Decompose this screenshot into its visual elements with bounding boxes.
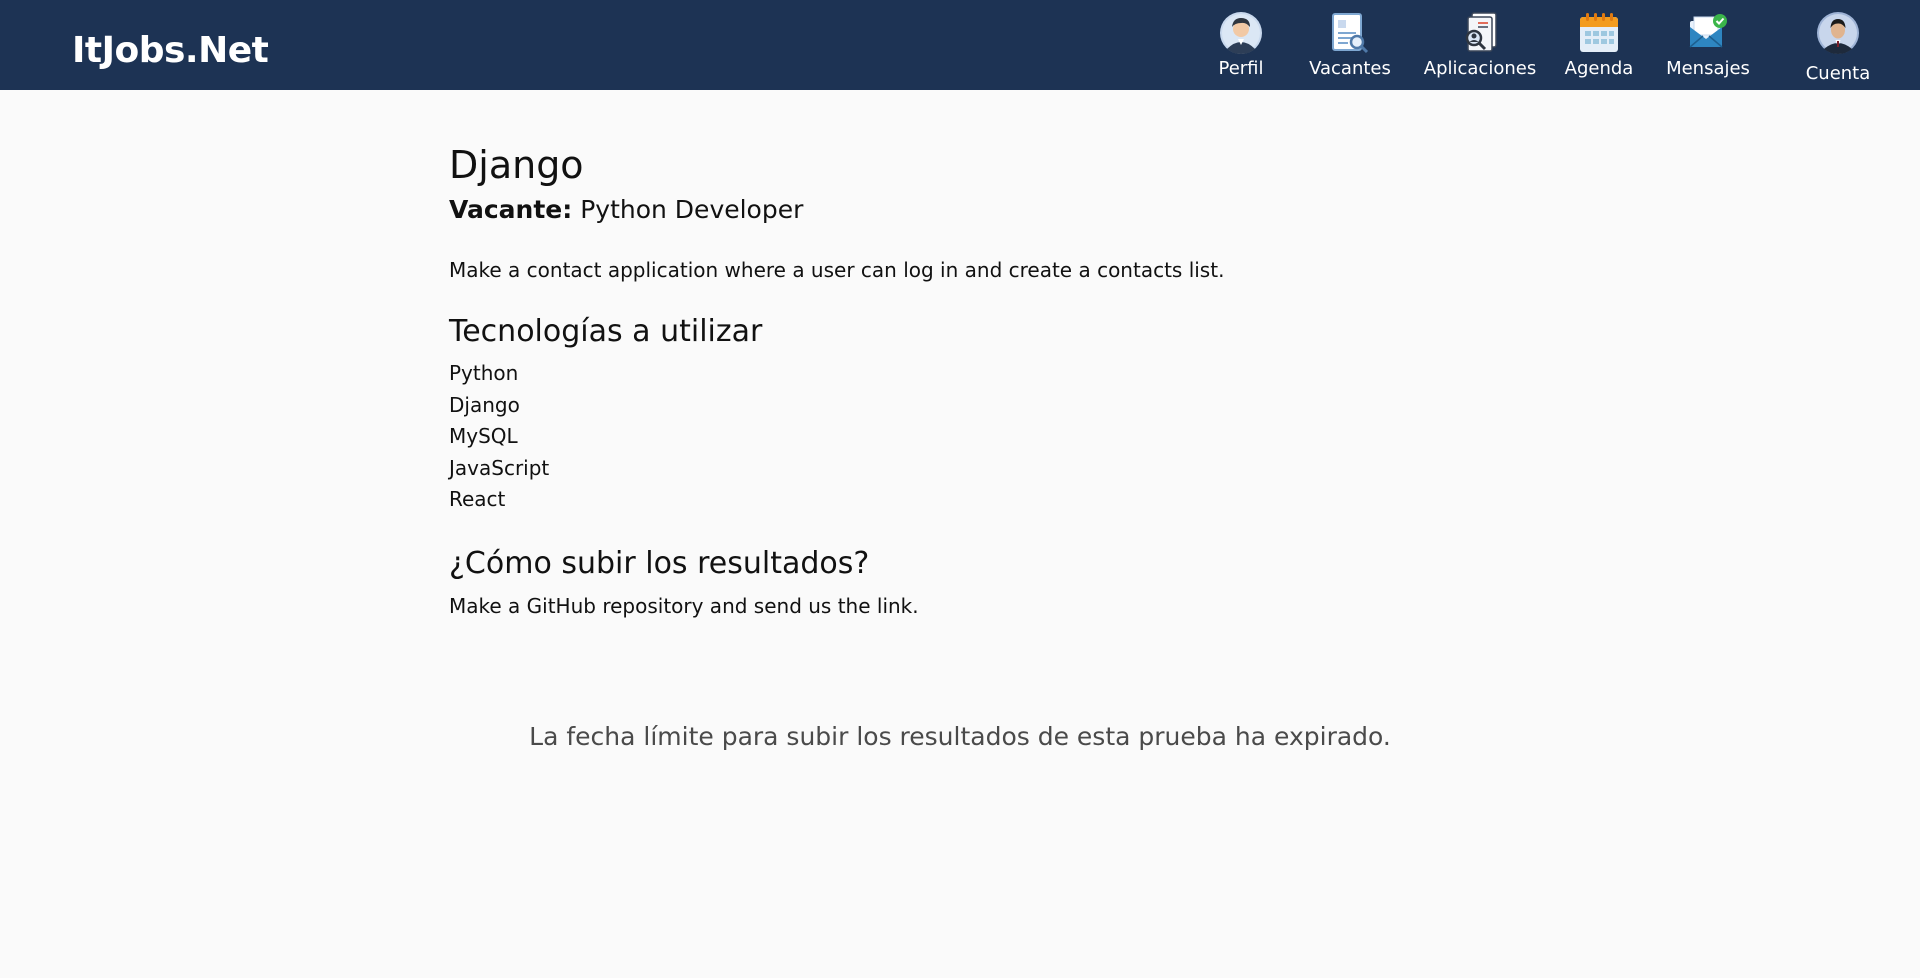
technology-item: React [449, 487, 506, 511]
profile-icon [1220, 12, 1262, 54]
technology-item: JavaScript [449, 455, 550, 480]
nav-agenda[interactable]: Agenda [1563, 0, 1635, 90]
technology-item: MySQL [449, 424, 518, 448]
page-title: Django [449, 143, 584, 187]
job-search-icon [1332, 13, 1369, 54]
nav-cuenta-label: Cuenta [1805, 63, 1871, 84]
nav-mensajes-label: Mensajes [1666, 58, 1750, 79]
vacancy-line: Vacante: Python Developer [449, 194, 1549, 226]
technology-item: Django [449, 392, 520, 417]
nav-aplicaciones[interactable]: Aplicaciones [1420, 0, 1540, 90]
upload-heading: ¿Cómo subir los resultados? [449, 545, 870, 581]
top-navbar: ItJobs.Net Perfil Vacantes Aplicaciones … [0, 0, 1920, 90]
nav-aplicaciones-label: Aplicaciones [1423, 58, 1537, 79]
applications-icon [1465, 12, 1497, 52]
deadline-expired-message: La fecha límite para subir los resultado… [529, 722, 1391, 751]
nav-mensajes[interactable]: Mensajes [1660, 0, 1756, 90]
test-detail: Django Vacante: Python Developer Make a … [449, 140, 1549, 620]
nav-perfil[interactable]: Perfil [1209, 0, 1273, 90]
upload-instructions: Make a GitHub repository and send us the… [449, 593, 919, 618]
messages-icon [1689, 14, 1727, 48]
account-avatar-icon [1817, 12, 1859, 54]
test-description: Make a contact application where a user … [449, 258, 1225, 282]
nav-perfil-label: Perfil [1218, 58, 1264, 79]
technologies-list: Python Django MySQL JavaScript React [449, 358, 1549, 516]
technology-item: Python [449, 361, 519, 385]
nav-cuenta[interactable]: Cuenta [1798, 0, 1878, 90]
vacancy-value: Python Developer [580, 195, 804, 224]
nav-vacantes-label: Vacantes [1309, 58, 1391, 79]
calendar-icon [1580, 13, 1618, 52]
nav-vacantes[interactable]: Vacantes [1304, 0, 1396, 90]
vacancy-label: Vacante: [449, 195, 573, 224]
nav-agenda-label: Agenda [1564, 58, 1634, 79]
technologies-heading: Tecnologías a utilizar [449, 314, 763, 349]
brand-logo[interactable]: ItJobs.Net [72, 29, 269, 73]
